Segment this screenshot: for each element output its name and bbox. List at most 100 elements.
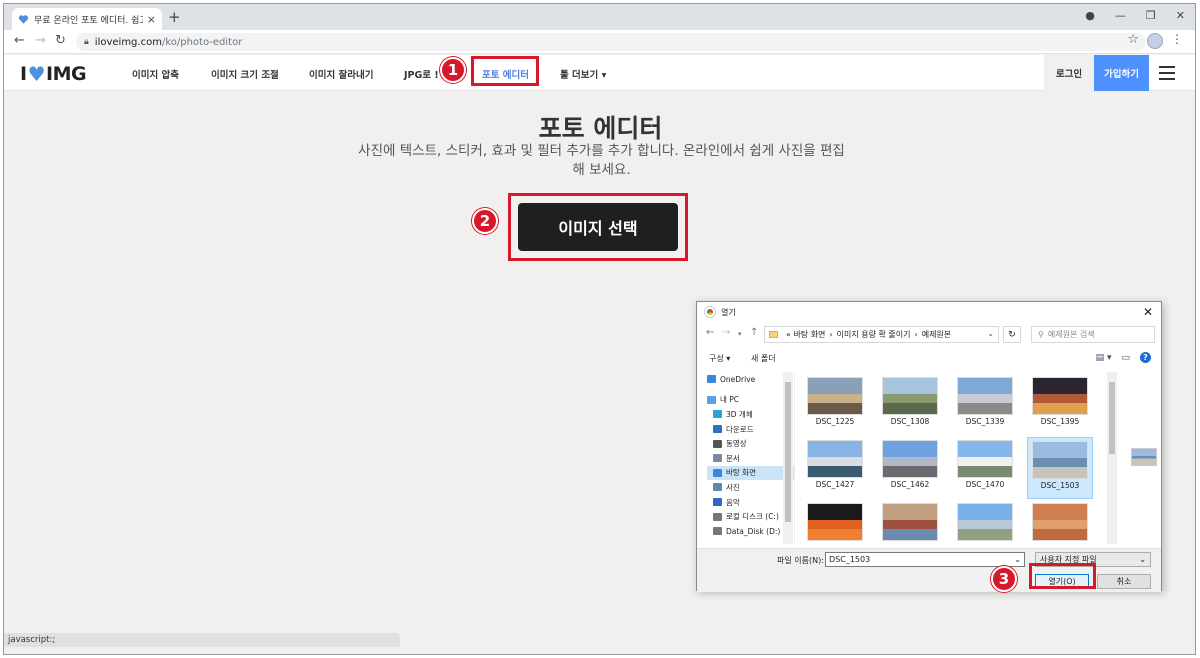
file-thumbnail[interactable]: DSC_1339	[952, 374, 1018, 436]
dialog-up-icon[interactable]: ↑	[750, 327, 758, 338]
file-grid: DSC_1225 DSC_1308 DSC_1339 DSC_1395 DSC_1427…	[801, 374, 1107, 546]
tree-item[interactable]: 문서	[707, 451, 794, 466]
tree-item[interactable]: 3D 개체	[707, 407, 794, 422]
preview-thumbnail	[1131, 448, 1157, 466]
tree-item[interactable]: 다운로드	[707, 422, 794, 437]
file-thumbnail[interactable]: DSC_1308	[877, 374, 943, 436]
hamburger-menu-icon[interactable]	[1159, 66, 1175, 80]
url-bar[interactable]: 🔒︎ iloveimg.com /ko/photo-editor	[76, 33, 1146, 51]
heart-favicon-icon	[18, 14, 29, 25]
file-name: DSC_1462	[890, 480, 930, 489]
profile-avatar[interactable]	[1147, 33, 1163, 49]
signup-button[interactable]: 가입하기	[1094, 55, 1149, 91]
tab-close-icon[interactable]: ×	[147, 13, 156, 26]
login-button[interactable]: 로그인	[1044, 55, 1094, 91]
file-open-dialog: 열기 ✕ ← → ▾ ↑ « 바탕 화면 › 이미지 용량 확 줄이기 › 예제원본…	[696, 301, 1162, 592]
dialog-search-input[interactable]: ⚲ 예제원본 검색	[1031, 326, 1155, 343]
file-thumbnail[interactable]	[952, 500, 1018, 546]
reload-icon[interactable]: ↻	[55, 33, 66, 48]
path-crumb[interactable]: 이미지 용량 확 줄이기	[837, 329, 911, 340]
tree-scrollbar[interactable]	[783, 372, 793, 544]
tree-item[interactable]: 동영상	[707, 436, 794, 451]
filetype-dropdown-icon: ⌄	[1139, 555, 1146, 564]
minimize-icon[interactable]: —	[1115, 9, 1126, 22]
menu-compress[interactable]: 이미지 압축	[132, 67, 179, 81]
select-image-button[interactable]: 이미지 선택	[518, 203, 678, 251]
view-options-icon[interactable]: ▤ ▾	[1096, 353, 1112, 363]
tree-item[interactable]: 로컬 디스크 (C:)	[707, 509, 794, 524]
help-icon[interactable]: ?	[1140, 352, 1151, 363]
path-dropdown-icon[interactable]: ⌄	[987, 329, 994, 338]
file-thumbnail-image	[807, 440, 863, 478]
url-host: iloveimg.com	[94, 36, 162, 48]
site-logo[interactable]: I ♥ IMG	[20, 62, 87, 86]
filename-dropdown-icon[interactable]: ⌄	[1014, 553, 1021, 566]
file-thumbnail[interactable]: DSC_1427	[802, 437, 868, 499]
file-thumbnail[interactable]: DSC_1462	[877, 437, 943, 499]
new-folder-button[interactable]: 새 폴더	[751, 353, 776, 364]
menu-more-tools[interactable]: 툴 더보기 ▾	[560, 67, 606, 81]
file-thumbnail[interactable]: DSC_1395	[1027, 374, 1093, 436]
search-icon: ⚲	[1038, 330, 1044, 339]
page-subtitle: 사진에 텍스트, 스티커, 효과 및 필터 추가를 추가 합니다. 온라인에서 …	[358, 143, 845, 178]
music-icon	[713, 498, 722, 507]
file-thumbnail-image	[882, 503, 938, 541]
dialog-refresh-icon[interactable]: ↻	[1003, 326, 1021, 343]
site-header: I ♥ IMG 이미지 압축 이미지 크기 조절 이미지 잘라내기 JPG로 !…	[4, 55, 1195, 91]
menu-crop[interactable]: 이미지 잘라내기	[309, 67, 374, 81]
window-controls: ● — ❐ ✕	[1085, 9, 1185, 22]
path-crumb[interactable]: 예제원본	[922, 329, 951, 340]
tree-item[interactable]: OneDrive	[707, 372, 794, 387]
cancel-button[interactable]: 취소	[1097, 574, 1151, 589]
path-crumb[interactable]: « 바탕 화면	[786, 329, 825, 340]
tree-item-label: OneDrive	[720, 374, 756, 384]
dialog-back-icon[interactable]: ←	[706, 327, 714, 338]
dialog-close-icon[interactable]: ✕	[1143, 305, 1153, 319]
file-thumbnail[interactable]: DSC_1503	[1027, 437, 1093, 499]
file-thumbnail[interactable]	[877, 500, 943, 546]
browser-tab[interactable]: 무료 온라인 포토 에디터. 쉽고 ! ×	[12, 8, 162, 30]
new-tab-button[interactable]: +	[168, 8, 181, 26]
maximize-icon[interactable]: ❐	[1146, 9, 1156, 22]
dialog-forward-icon[interactable]: →	[722, 327, 730, 338]
bookmark-star-icon[interactable]: ☆	[1127, 32, 1139, 47]
annotation-box-open	[1029, 563, 1096, 589]
logo-heart-icon: ♥	[27, 62, 46, 86]
profile-dropdown-icon[interactable]: ●	[1085, 9, 1095, 22]
file-name: DSC_1470	[965, 480, 1005, 489]
file-name: DSC_1308	[890, 417, 930, 426]
tree-item-label: 다운로드	[726, 424, 754, 434]
dialog-recent-chevron-icon[interactable]: ▾	[738, 330, 742, 338]
filename-field[interactable]: DSC_1503 ⌄	[825, 552, 1025, 567]
file-thumbnail[interactable]: DSC_1470	[952, 437, 1018, 499]
dialog-path-bar[interactable]: « 바탕 화면 › 이미지 용량 확 줄이기 › 예제원본 ⌄	[764, 326, 999, 343]
tree-item[interactable]: 내 PC	[707, 393, 794, 408]
preview-pane-icon[interactable]: ▭	[1121, 353, 1130, 363]
tree-item[interactable]: Data_Disk (D:)	[707, 524, 794, 539]
tree-item[interactable]: 사진	[707, 480, 794, 495]
tree-item[interactable]: 바탕 화면	[707, 465, 794, 481]
file-thumbnail-image	[957, 503, 1013, 541]
document-icon	[713, 454, 722, 463]
file-thumbnail-image	[957, 440, 1013, 478]
view-tools: ▤ ▾ ▭ ?	[1096, 352, 1151, 363]
file-thumbnail[interactable]	[802, 500, 868, 546]
window-close-icon[interactable]: ✕	[1176, 9, 1185, 22]
file-thumbnail-image	[807, 503, 863, 541]
video-icon	[713, 439, 722, 448]
organize-button[interactable]: 구성 ▾	[709, 353, 730, 364]
file-name: DSC_1427	[815, 480, 855, 489]
file-thumbnail[interactable]: DSC_1225	[802, 374, 868, 436]
menu-jpg[interactable]: JPG로 !	[404, 67, 439, 81]
chrome-icon	[705, 307, 715, 317]
forward-arrow-icon[interactable]: →	[35, 33, 46, 48]
tree-item[interactable]: 음악	[707, 495, 794, 510]
tab-strip: 무료 온라인 포토 에디터. 쉽고 ! × + ● — ❐ ✕	[4, 4, 1195, 30]
back-arrow-icon[interactable]: ←	[14, 33, 25, 48]
file-thumbnail[interactable]	[1027, 500, 1093, 546]
kebab-menu-icon[interactable]: ⋮	[1171, 32, 1183, 46]
menu-resize[interactable]: 이미지 크기 조절	[211, 67, 279, 81]
grid-scrollbar[interactable]	[1107, 372, 1117, 544]
tree-item-label: 3D 개체	[726, 409, 753, 419]
file-name: DSC_1503	[1040, 481, 1080, 490]
